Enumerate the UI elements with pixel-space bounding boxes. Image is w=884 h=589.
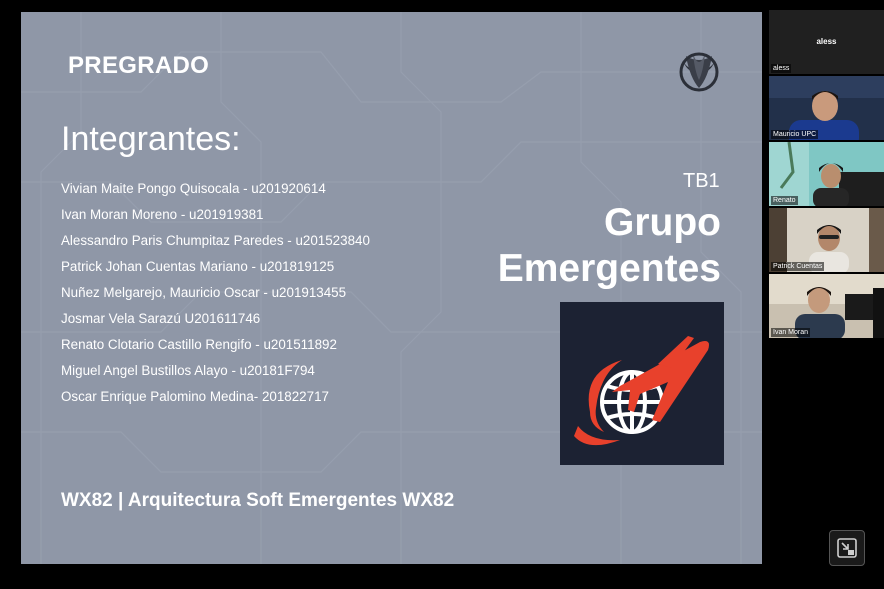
slide-footer: WX82 | Arquitectura Soft Emergentes WX82 [61, 490, 455, 511]
group-logo [560, 302, 724, 465]
participant-name: Ivan Moran [771, 328, 811, 337]
slide-label-pregrado: PREGRADO [68, 52, 210, 79]
participant-name: aless [771, 64, 792, 73]
list-item: Patrick Johan Cuentas Mariano - u2018191… [61, 259, 335, 274]
participant-tile-patrick[interactable]: Patrick Cuentas [769, 208, 884, 272]
participant-name: Mauricio UPC [771, 130, 819, 139]
participant-name: Renato [771, 196, 798, 205]
group-name-line2: Emergentes [497, 247, 721, 290]
participant-tile-renato[interactable]: Renato [769, 142, 884, 206]
slide-heading: Integrantes: [61, 120, 241, 158]
shared-slide: PREGRADO Integrantes: Vivian Maite Pongo… [21, 12, 762, 564]
list-item: Vivian Maite Pongo Quisocala - u20192061… [61, 181, 326, 196]
participant-center-name: aless [816, 37, 837, 46]
list-item: Miguel Angel Bustillos Alayo - u20181F79… [61, 363, 315, 378]
tb1-label: TB1 [683, 170, 720, 192]
list-item: Ivan Moran Moreno - u201919381 [61, 207, 264, 222]
participant-tile-ivan[interactable]: Ivan Moran [769, 274, 884, 338]
participant-tile-mauricio[interactable]: Mauricio UPC [769, 76, 884, 140]
group-name: Grupo Emergentes [498, 200, 721, 292]
list-item: Oscar Enrique Palomino Medina- 201822717 [61, 389, 329, 404]
list-item: Nuñez Melgarejo, Mauricio Oscar - u20191… [61, 285, 347, 300]
participant-name: Patrick Cuentas [771, 262, 825, 271]
list-item: Alessandro Paris Chumpitaz Paredes - u20… [61, 233, 370, 248]
group-name-line1: Grupo [604, 201, 721, 244]
members-list: Vivian Maite Pongo Quisocala - u20192061… [61, 180, 370, 414]
list-item: Josmar Vela Sarazú U201611746 [61, 311, 261, 326]
exit-fullscreen-button[interactable] [829, 530, 865, 566]
plane-globe-logo-icon [574, 336, 709, 446]
exit-fullscreen-icon [837, 538, 857, 558]
participant-tile-aless[interactable]: aless aless [769, 10, 884, 74]
list-item: Renato Clotario Castillo Rengifo - u2015… [61, 337, 337, 352]
upc-logo-icon [679, 52, 719, 92]
